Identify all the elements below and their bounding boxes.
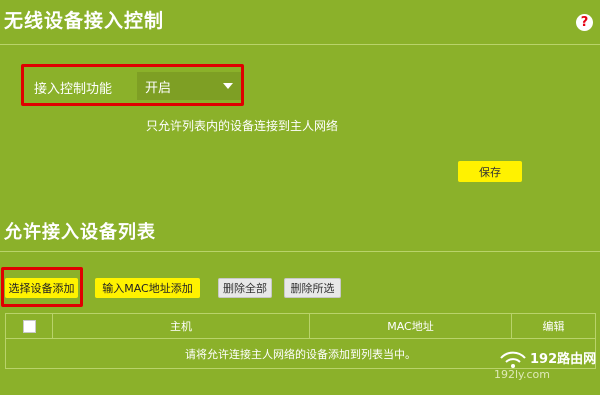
device-list-title: 允许接入设备列表 <box>4 222 156 243</box>
watermark: 192路由网 192ly.com <box>492 348 598 392</box>
save-button[interactable]: 保存 <box>458 161 522 182</box>
access-control-description: 只允许列表内的设备连接到主人网络 <box>146 119 339 133</box>
delete-selected-button[interactable]: 删除所选 <box>284 278 341 298</box>
chevron-down-icon <box>223 83 233 89</box>
access-control-selected-value: 开启 <box>145 80 172 96</box>
watermark-brand: 192路由网 <box>530 352 597 367</box>
title-divider <box>0 44 600 45</box>
column-header-edit: 编辑 <box>511 314 595 338</box>
mac-address-add-button[interactable]: 输入MAC地址添加 <box>95 278 200 298</box>
page-title: 无线设备接入控制 <box>4 10 165 32</box>
watermark-url: 192ly.com <box>494 368 550 381</box>
access-control-select[interactable]: 开启 <box>137 72 241 100</box>
select-all-cell <box>6 314 52 338</box>
access-control-label: 接入控制功能 <box>34 82 113 97</box>
list-divider <box>0 251 600 252</box>
select-device-add-button[interactable]: 选择设备添加 <box>5 278 78 298</box>
column-header-mac: MAC地址 <box>309 314 511 338</box>
table-header: 主机 MAC地址 编辑 <box>6 314 595 339</box>
column-header-host: 主机 <box>52 314 309 338</box>
question-help-icon[interactable]: ? <box>576 14 593 31</box>
wifi-logo-icon <box>500 351 526 368</box>
select-all-checkbox[interactable] <box>22 319 36 333</box>
delete-all-button[interactable]: 删除全部 <box>218 278 272 298</box>
